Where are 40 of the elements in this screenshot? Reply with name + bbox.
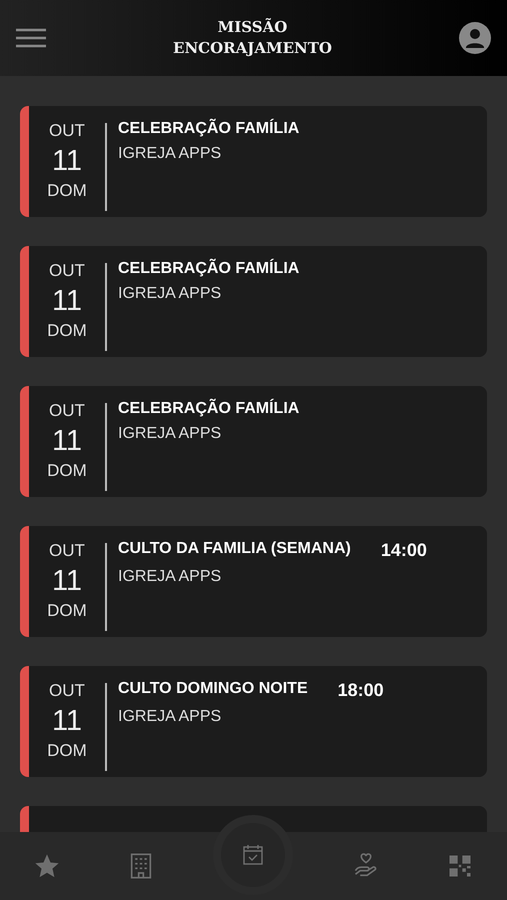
app-title: ENCORAJAMENTO (173, 38, 332, 59)
event-organizer: IGREJA APPS (118, 425, 222, 443)
event-organizer: IGREJA APPS (118, 145, 222, 163)
event-title: CELEBRAÇÃO FAMÍLIA (118, 120, 300, 138)
event-day: 11 (52, 282, 82, 320)
profile-icon[interactable] (459, 22, 491, 54)
calendar-tab[interactable] (221, 823, 286, 887)
event-weekday: DOM (47, 460, 87, 482)
star-tab[interactable] (33, 852, 62, 880)
event-weekday: DOM (47, 600, 87, 622)
event-weekday: DOM (47, 180, 87, 202)
event-organizer: IGREJA APPS (118, 568, 222, 586)
event-month: OUT (49, 680, 85, 702)
event-month: OUT (49, 540, 85, 562)
event-title: CULTO DOMINGO NOITE (118, 680, 308, 699)
event-organizer: IGREJA APPS (118, 708, 222, 726)
app-title: MISSÃO (218, 17, 288, 38)
event-title: CELEBRAÇÃO FAMÍLIA (118, 260, 300, 278)
event-card[interactable]: OUT 11 DOM CULTO DA FAMILIA (SEMANA) 14:00 IGREJA APPS (20, 526, 487, 637)
event-time: 18:00 (338, 680, 384, 701)
event-month: OUT (49, 400, 85, 422)
event-title: CELEBRAÇÃO FAMÍLIA (118, 400, 300, 418)
event-day: 11 (52, 422, 82, 460)
event-day: 11 (52, 562, 82, 600)
event-month: OUT (49, 120, 85, 142)
event-card[interactable]: OUT 11 DOM CELEBRAÇÃO FAMÍLIA IGREJA APPS (20, 106, 487, 217)
menu-icon[interactable] (16, 27, 46, 49)
event-weekday: DOM (47, 740, 87, 762)
event-day: 11 (52, 142, 82, 180)
event-card[interactable]: OUT 11 DOM CELEBRAÇÃO FAMÍLIA IGREJA APPS (20, 386, 487, 497)
calendar-icon (241, 843, 266, 867)
event-day: 11 (52, 702, 82, 740)
event-month: OUT (49, 260, 85, 282)
event-weekday: DOM (47, 320, 87, 342)
event-card[interactable]: OUT 11 DOM CULTO DOMINGO NOITE 18:00 IGREJA APPS (20, 666, 487, 777)
event-title: CULTO DA FAMILIA (SEMANA) (118, 540, 351, 559)
star-icon (33, 852, 62, 880)
event-time: 14:00 (380, 540, 427, 561)
event-card[interactable]: OUT 11 DOM CELEBRAÇÃO FAMÍLIA IGREJA APPS (20, 246, 487, 357)
event-organizer: IGREJA APPS (118, 285, 222, 303)
